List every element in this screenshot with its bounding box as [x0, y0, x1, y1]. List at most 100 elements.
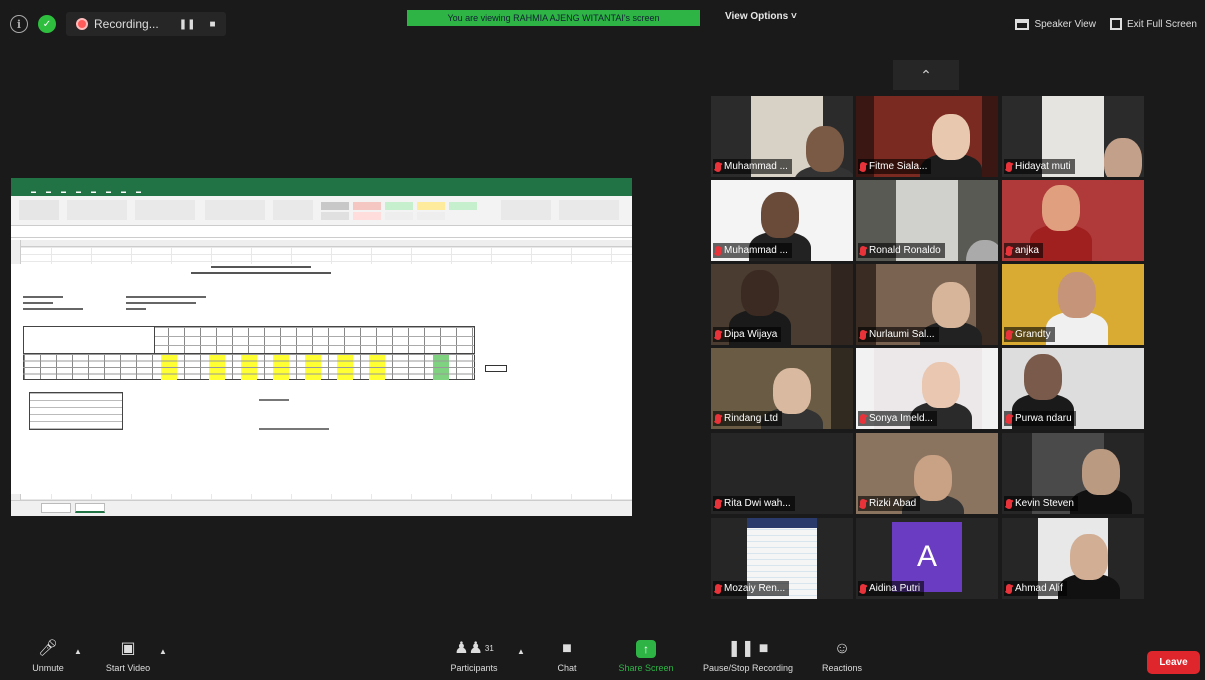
participant-name-tag: Rindang Ltd	[713, 411, 782, 426]
speaker-view-label: Speaker View	[1034, 18, 1096, 30]
shared-screen[interactable]: ▬ ▬ ▬ ▬ ▬ ▬ ▬ ▬	[11, 178, 632, 516]
excel-menu-bar: ▬ ▬ ▬ ▬ ▬ ▬ ▬ ▬	[11, 188, 632, 196]
start-video-label: Start Video	[105, 663, 151, 673]
share-screen-icon: ↑	[636, 640, 656, 658]
participant-name: Purwa ndaru	[1015, 413, 1072, 424]
participant-name-tag: Grandty	[1004, 327, 1055, 342]
excel-column-headers	[11, 240, 632, 247]
meeting-top-bar: i ✓ Recording... ❚❚ ■ You are viewing RA…	[0, 0, 1205, 52]
participant-tile[interactable]: Nurlaumi Sal...	[856, 264, 998, 345]
excel-formula-bar	[11, 226, 632, 238]
muted-microphone-icon	[715, 413, 721, 424]
participant-name-tag: Rizki Abad	[858, 496, 921, 511]
participant-name: Rindang Ltd	[724, 413, 778, 424]
participant-tile[interactable]: Fitme Siala...	[856, 96, 998, 177]
exit-full-screen-label: Exit Full Screen	[1126, 18, 1197, 30]
muted-microphone-icon	[715, 245, 721, 256]
muted-microphone-icon	[1006, 413, 1012, 424]
excel-ribbon	[11, 196, 632, 226]
participants-label: Participants	[450, 663, 498, 673]
participants-options-caret[interactable]: ▲	[517, 647, 525, 656]
participant-tile[interactable]: Rita Dwi wah...	[711, 433, 853, 514]
participant-tile[interactable]: Muhammad ...	[711, 96, 853, 177]
muted-microphone-icon	[1006, 161, 1012, 172]
participant-name: Nurlaumi Sal...	[869, 329, 935, 340]
participant-name-tag: Aidina Putri	[858, 581, 925, 596]
view-options-button[interactable]: View Options ˅	[725, 11, 797, 22]
participant-tile[interactable]: anjka	[1002, 180, 1144, 261]
unmute-button[interactable]: 🎤︎ Unmute	[28, 639, 68, 673]
stop-recording-button[interactable]: ■	[209, 19, 215, 30]
participant-tile[interactable]: Kevin Steven	[1002, 433, 1144, 514]
sheet-tab[interactable]	[41, 503, 71, 513]
chat-button[interactable]: ■ Chat	[552, 639, 582, 673]
info-icon[interactable]: i	[10, 15, 28, 33]
participant-tile[interactable]: Ahmad Alif	[1002, 518, 1144, 599]
participant-name-tag: Fitme Siala...	[858, 159, 932, 174]
exit-full-screen-icon	[1109, 18, 1122, 30]
participant-name-tag: Muhammad ...	[713, 243, 792, 258]
participant-tile[interactable]: Mozaiy Ren...	[711, 518, 853, 599]
participant-name: Grandty	[1015, 329, 1051, 340]
participant-name: Mozaiy Ren...	[724, 583, 786, 594]
participant-name-tag: anjka	[1004, 243, 1043, 258]
viewing-screen-banner: You are viewing RAHMIA AJENG WITANTAI's …	[407, 10, 700, 26]
participant-name: Rizki Abad	[869, 498, 917, 509]
muted-microphone-icon	[1006, 583, 1012, 594]
muted-microphone-icon	[1006, 329, 1012, 340]
speaker-view-button[interactable]: Speaker View	[1015, 18, 1096, 30]
share-screen-button[interactable]: ↑ Share Screen	[614, 639, 678, 673]
encryption-shield-icon[interactable]: ✓	[38, 15, 56, 33]
participant-name: anjka	[1015, 245, 1039, 256]
microphone-muted-icon: 🎤︎	[37, 640, 59, 657]
participant-tile[interactable]: Hidayat muti	[1002, 96, 1144, 177]
reactions-icon: ☺	[833, 640, 851, 657]
pause-recording-button[interactable]: ❚❚	[179, 19, 196, 30]
unmute-label: Unmute	[32, 663, 64, 673]
participant-name: Ronald Ronaldo	[869, 245, 941, 256]
participant-name-tag: Mozaiy Ren...	[713, 581, 790, 596]
pause-stop-recording-label: Pause/Stop Recording	[702, 663, 794, 673]
start-video-button[interactable]: ▣ Start Video	[100, 639, 156, 673]
pause-stop-recording-button[interactable]: ❚❚ ■ Pause/Stop Recording	[696, 639, 800, 673]
participant-tile[interactable]: Dipa Wijaya	[711, 264, 853, 345]
audio-options-caret[interactable]: ▲	[74, 647, 82, 656]
participant-name: Fitme Siala...	[869, 161, 928, 172]
excel-title-bar	[11, 178, 632, 188]
participant-tile[interactable]: Grandty	[1002, 264, 1144, 345]
participant-tile[interactable]: Sonya Imeld...	[856, 348, 998, 429]
sheet-tab[interactable]	[75, 503, 105, 513]
muted-microphone-icon	[860, 498, 866, 509]
participants-button[interactable]: ♟♟ 31 Participants	[448, 639, 500, 673]
participant-name: Sonya Imeld...	[869, 413, 933, 424]
participant-name-tag: Nurlaumi Sal...	[858, 327, 939, 342]
participant-tile[interactable]: Purwa ndaru	[1002, 348, 1144, 429]
reactions-button[interactable]: ☺ Reactions	[818, 639, 866, 673]
participant-tile[interactable]: Rizki Abad	[856, 433, 998, 514]
participant-tile[interactable]: Rindang Ltd	[711, 348, 853, 429]
muted-microphone-icon	[860, 161, 866, 172]
participant-name-tag: Muhammad ...	[713, 159, 792, 174]
gallery-collapse-button[interactable]: ⌃	[893, 60, 959, 90]
participant-tile[interactable]: A Aidina Putri	[856, 518, 998, 599]
participant-name-tag: Ronald Ronaldo	[858, 243, 945, 258]
participant-tile[interactable]: Ronald Ronaldo	[856, 180, 998, 261]
video-options-caret[interactable]: ▲	[159, 647, 167, 656]
muted-microphone-icon	[715, 583, 721, 594]
video-off-icon: ▣	[120, 640, 136, 657]
chat-label: Chat	[557, 663, 577, 673]
recording-dot-icon	[76, 18, 88, 30]
exit-full-screen-button[interactable]: Exit Full Screen	[1109, 18, 1197, 30]
leave-button[interactable]: Leave	[1147, 651, 1200, 674]
participant-name: Hidayat muti	[1015, 161, 1071, 172]
participants-count: 31	[484, 644, 494, 653]
muted-microphone-icon	[715, 329, 721, 340]
participant-name: Dipa Wijaya	[724, 329, 778, 340]
participant-name-tag: Dipa Wijaya	[713, 327, 782, 342]
muted-microphone-icon	[860, 583, 866, 594]
meeting-toolbar: 🎤︎ Unmute ▲ ▣ Start Video ▲ ♟♟ 31 Partici…	[0, 635, 1205, 680]
participant-tile[interactable]: Muhammad ...	[711, 180, 853, 261]
muted-microphone-icon	[1006, 498, 1012, 509]
muted-microphone-icon	[860, 329, 866, 340]
participant-name: Aidina Putri	[869, 583, 921, 594]
